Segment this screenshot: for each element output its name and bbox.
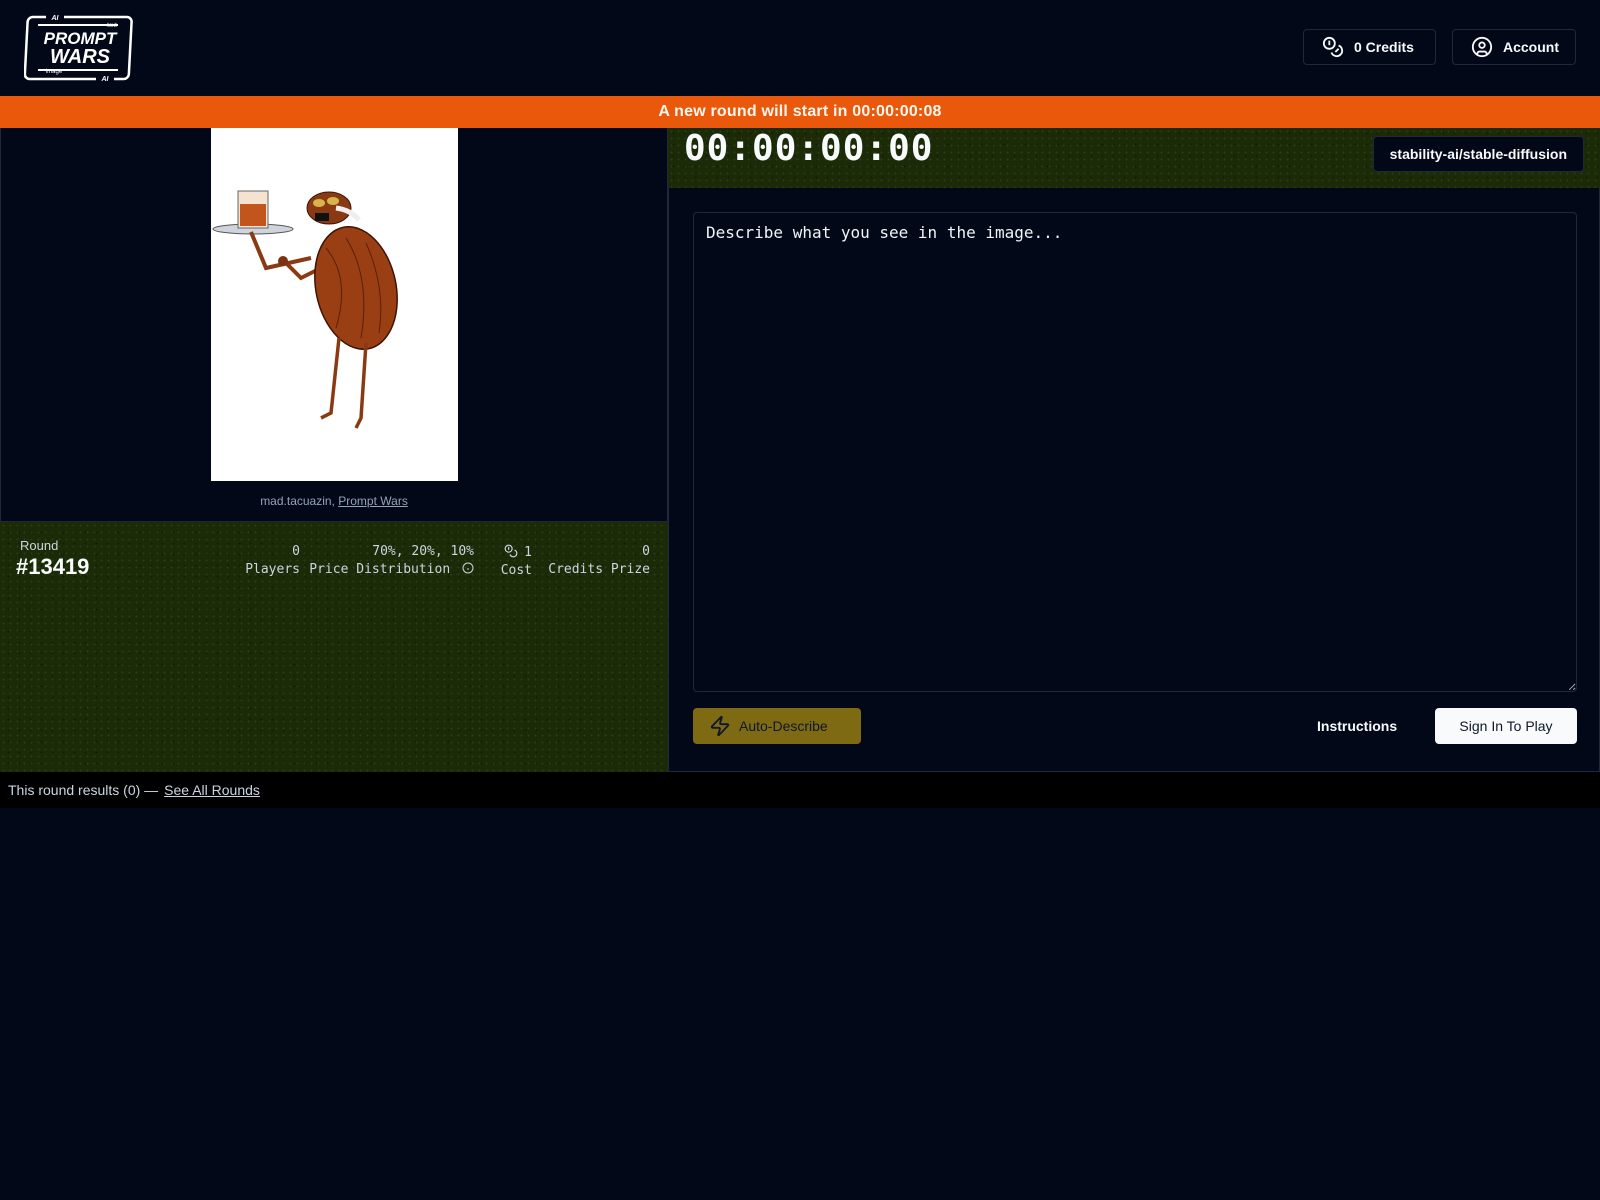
price-distribution-label: Price Distribution	[309, 562, 451, 577]
cost-label: Cost	[500, 563, 532, 578]
credits-prize-value: 0	[642, 544, 650, 559]
stat-price-distribution: 70%, 20%, 10% Price Distribution	[309, 544, 474, 577]
image-credit: mad.tacuazin, Prompt Wars	[1, 494, 667, 508]
round-stats-panel: Round #13419 0 Players 70%, 20%, 10% Pri…	[0, 522, 668, 772]
round-number: #13419	[16, 554, 90, 579]
account-label: Account	[1503, 39, 1559, 55]
players-value: 0	[292, 544, 300, 559]
svg-text:WARS: WARS	[50, 46, 111, 68]
round-results-text: This round results (0) —	[8, 782, 159, 798]
round-image	[211, 128, 458, 481]
instructions-button[interactable]: Instructions	[1305, 708, 1409, 744]
cost-value: 1	[524, 545, 532, 560]
model-badge: stability-ai/stable-diffusion	[1372, 136, 1584, 172]
new-round-banner: A new round will start in 00:00:00:08	[0, 96, 1600, 128]
credits-label: 0 Credits	[1354, 39, 1414, 55]
header: AI text PROMPT WARS image AI 0 Credits A…	[0, 0, 1600, 96]
banner-text: A new round will start in 00:00:00:08	[658, 103, 942, 120]
see-all-rounds-link[interactable]: See All Rounds	[164, 782, 260, 798]
players-label: Players	[245, 562, 300, 577]
coins-icon	[504, 544, 518, 558]
prompt-wars-logo[interactable]: AI text PROMPT WARS image AI	[24, 14, 136, 82]
image-panel: mad.tacuazin, Prompt Wars	[0, 128, 668, 522]
user-circle-icon	[1471, 36, 1493, 58]
svg-text:AI: AI	[51, 15, 60, 22]
right-column: 00:00:00:00 stability-ai/stable-diffusio…	[668, 128, 1600, 772]
flea-waiter-illustration	[212, 190, 398, 429]
image-author: mad.tacuazin,	[260, 494, 335, 508]
svg-text:image: image	[46, 69, 63, 75]
svg-text:AI: AI	[101, 76, 110, 82]
round-results-bar: This round results (0) — See All Rounds	[0, 772, 1600, 808]
round-label: Round	[20, 538, 59, 553]
stat-cost: 1 Cost	[501, 544, 532, 578]
auto-describe-label: Auto-Describe	[739, 718, 828, 734]
info-icon[interactable]	[462, 562, 474, 574]
credits-button[interactable]: 0 Credits	[1303, 29, 1436, 65]
account-button[interactable]: Account	[1452, 29, 1576, 65]
credits-prize-label: Credits Prize	[548, 562, 650, 577]
prompt-input[interactable]	[693, 212, 1577, 692]
stat-credits-prize: 0 Credits Prize	[548, 544, 650, 577]
stat-players: 0 Players	[245, 544, 300, 577]
timer-bar: 00:00:00:00 stability-ai/stable-diffusio…	[668, 128, 1600, 188]
auto-describe-button[interactable]: Auto-Describe	[693, 708, 861, 744]
coins-icon	[1322, 36, 1344, 58]
round-timer: 00:00:00:00	[684, 128, 934, 169]
prompt-form: Auto-Describe Instructions Sign In To Pl…	[668, 188, 1600, 772]
price-distribution-value: 70%, 20%, 10%	[372, 544, 474, 559]
left-column: mad.tacuazin, Prompt Wars Round #13419 0…	[0, 128, 668, 772]
lightning-icon	[710, 715, 730, 737]
prompt-wars-link[interactable]: Prompt Wars	[338, 494, 408, 508]
sign-in-button[interactable]: Sign In To Play	[1435, 708, 1577, 744]
